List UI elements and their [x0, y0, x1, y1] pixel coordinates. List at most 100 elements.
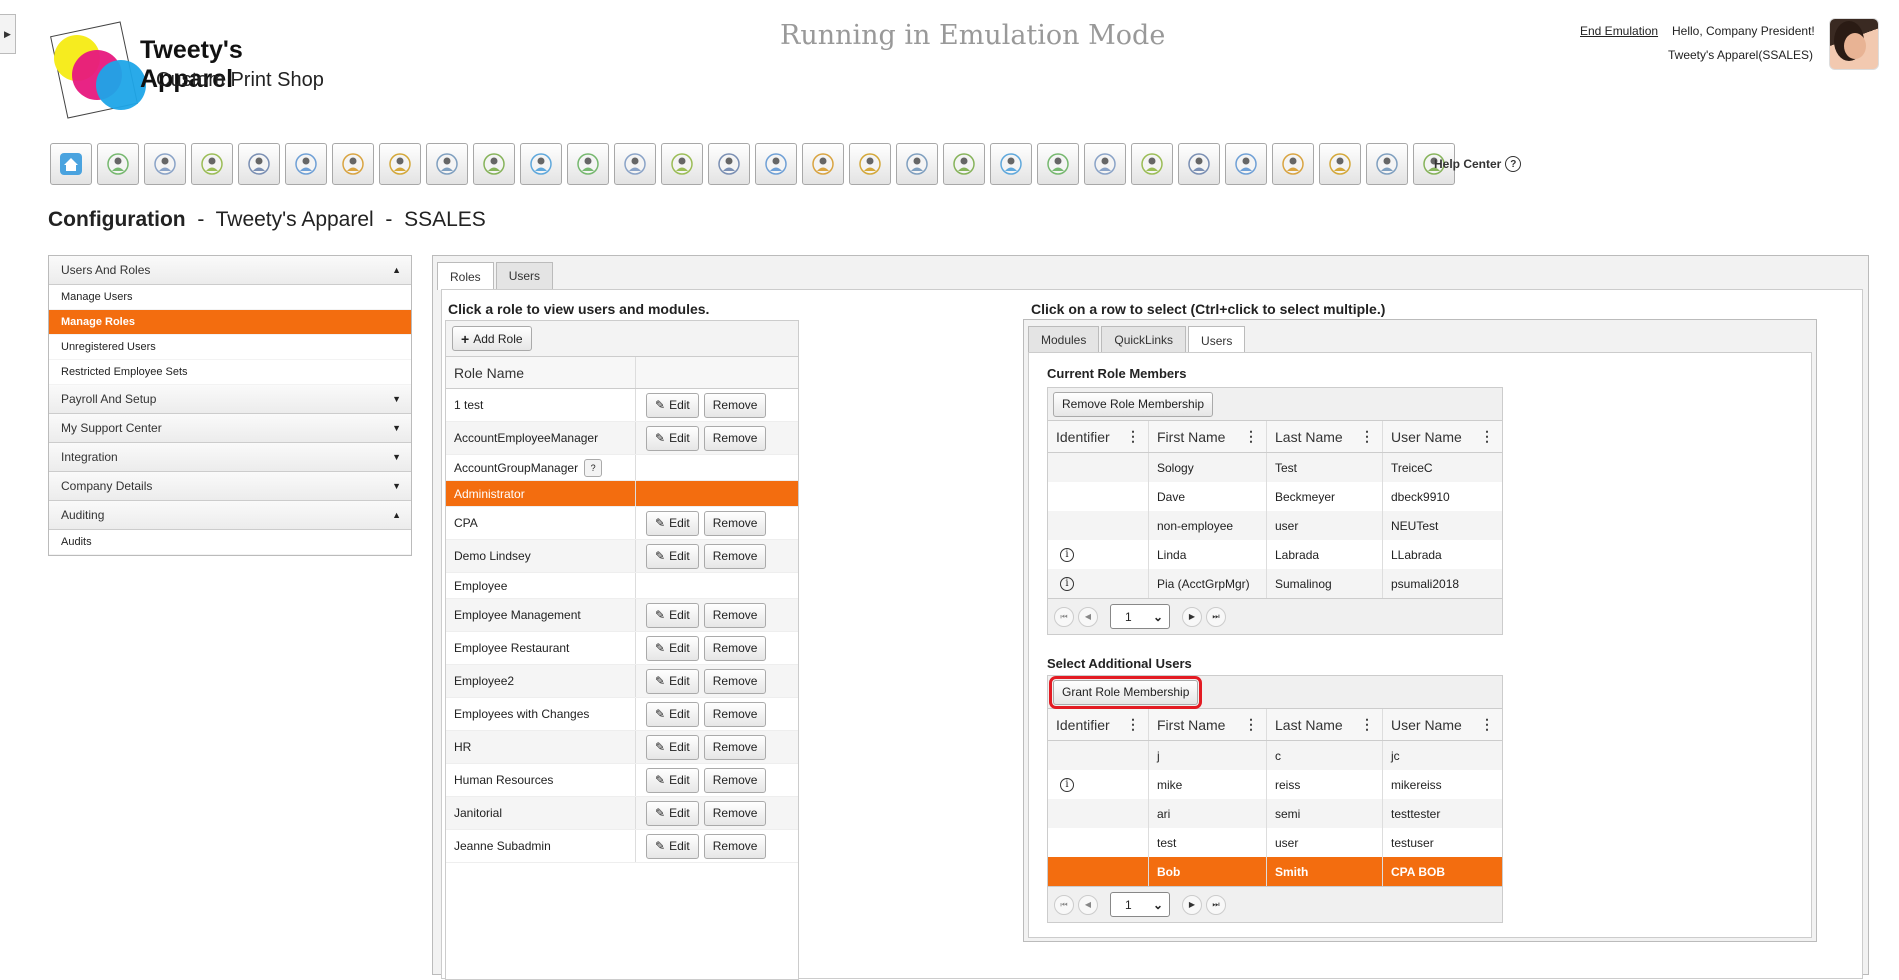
prev-page-icon[interactable]: ◀ — [1078, 894, 1098, 915]
table-row[interactable]: i Linda Labrada LLabrada — [1048, 540, 1502, 569]
remove-role-button[interactable]: Remove — [703, 701, 767, 727]
remove-role-button[interactable]: Remove — [703, 635, 767, 661]
table-row[interactable]: Employees with Changes ✎ Edit Remove — [446, 698, 798, 731]
remove-role-button[interactable]: Remove — [703, 734, 767, 760]
first-page-icon[interactable]: ⏮ — [1054, 894, 1074, 915]
column-menu-icon[interactable]: ⋮ — [1360, 716, 1374, 733]
edit-role-button[interactable]: ✎ Edit — [646, 543, 699, 569]
edit-role-button[interactable]: ✎ Edit — [646, 800, 699, 826]
add-role-button[interactable]: + Add Role — [452, 326, 532, 351]
toolbar-button-19[interactable] — [896, 143, 938, 185]
nav-section-my-support-center[interactable]: My Support Center ▼ — [49, 414, 411, 443]
edit-role-button[interactable]: ✎ Edit — [646, 668, 699, 694]
help-button[interactable]: ? — [584, 458, 603, 477]
first-page-icon[interactable]: ⏮ — [1054, 606, 1074, 627]
remove-role-button[interactable]: Remove — [703, 833, 767, 859]
table-row[interactable]: Administrator — [446, 481, 798, 507]
remove-role-button[interactable]: Remove — [703, 800, 767, 826]
toolbar-button-25[interactable] — [1178, 143, 1220, 185]
table-row[interactable]: Demo Lindsey ✎ Edit Remove — [446, 540, 798, 573]
table-row[interactable]: Employee — [446, 573, 798, 599]
remove-role-button[interactable]: Remove — [703, 602, 767, 628]
edit-role-button[interactable]: ✎ Edit — [646, 602, 699, 628]
end-emulation-link[interactable]: End Emulation — [1580, 24, 1658, 38]
remove-role-button[interactable]: Remove — [703, 425, 767, 451]
toolbar-button-4[interactable] — [191, 143, 233, 185]
tab-users[interactable]: Users — [495, 262, 554, 289]
avatar[interactable] — [1829, 18, 1879, 70]
column-menu-icon[interactable]: ⋮ — [1480, 428, 1494, 445]
toolbar-button-12[interactable] — [567, 143, 609, 185]
page-select[interactable]: 1 ⌄ — [1110, 604, 1170, 629]
column-menu-icon[interactable]: ⋮ — [1480, 716, 1494, 733]
column-menu-icon[interactable]: ⋮ — [1126, 428, 1140, 445]
toolbar-button-23[interactable] — [1084, 143, 1126, 185]
sidebar-item-manage-roles[interactable]: Manage Roles — [49, 310, 411, 335]
toolbar-button-1[interactable] — [50, 143, 92, 185]
table-row[interactable]: Bob Smith CPA BOB — [1048, 857, 1502, 886]
help-center-link[interactable]: Help Center ? — [1434, 156, 1522, 172]
sidebar-item-unregistered-users[interactable]: Unregistered Users — [49, 335, 411, 360]
toolbar-button-6[interactable] — [285, 143, 327, 185]
table-row[interactable]: HR ✎ Edit Remove — [446, 731, 798, 764]
prev-page-icon[interactable]: ◀ — [1078, 606, 1098, 627]
column-menu-icon[interactable]: ⋮ — [1244, 716, 1258, 733]
column-header-first-name[interactable]: First Name ⋮ — [1149, 709, 1267, 740]
column-menu-icon[interactable]: ⋮ — [1360, 428, 1374, 445]
column-header-user-name[interactable]: User Name ⋮ — [1383, 709, 1502, 740]
column-header-user-name[interactable]: User Name ⋮ — [1383, 421, 1502, 452]
column-menu-icon[interactable]: ⋮ — [1244, 428, 1258, 445]
remove-role-button[interactable]: Remove — [703, 510, 767, 536]
page-select[interactable]: 1 ⌄ — [1110, 892, 1170, 917]
next-page-icon[interactable]: ▶ — [1182, 894, 1202, 915]
info-icon[interactable]: i — [1060, 576, 1074, 591]
tab-modules[interactable]: Modules — [1028, 326, 1100, 353]
remove-role-button[interactable]: Remove — [703, 543, 767, 569]
toolbar-button-22[interactable] — [1037, 143, 1079, 185]
table-row[interactable]: Janitorial ✎ Edit Remove — [446, 797, 798, 830]
toolbar-button-24[interactable] — [1131, 143, 1173, 185]
info-icon[interactable]: i — [1060, 777, 1074, 792]
toolbar-button-10[interactable] — [473, 143, 515, 185]
table-row[interactable]: Human Resources ✎ Edit Remove — [446, 764, 798, 797]
toolbar-button-8[interactable] — [379, 143, 421, 185]
toolbar-button-5[interactable] — [238, 143, 280, 185]
remove-role-membership-button[interactable]: Remove Role Membership — [1053, 391, 1214, 417]
column-header-last-name[interactable]: Last Name ⋮ — [1267, 709, 1383, 740]
tab-users-detail[interactable]: Users — [1188, 326, 1246, 354]
toolbar-button-3[interactable] — [144, 143, 186, 185]
last-page-icon[interactable]: ⏭ — [1206, 894, 1226, 915]
column-header-first-name[interactable]: First Name ⋮ — [1149, 421, 1267, 452]
toolbar-button-13[interactable] — [614, 143, 656, 185]
table-row[interactable]: j c jc — [1048, 741, 1502, 770]
table-row[interactable]: AccountEmployeeManager ✎ Edit Remove — [446, 422, 798, 455]
remove-role-button[interactable]: Remove — [703, 392, 767, 418]
toolbar-button-9[interactable] — [426, 143, 468, 185]
toolbar-button-26[interactable] — [1225, 143, 1267, 185]
toolbar-button-15[interactable] — [708, 143, 750, 185]
table-row[interactable]: Employee2 ✎ Edit Remove — [446, 665, 798, 698]
table-row[interactable]: i Pia (AcctGrpMgr) Sumalinog psumali2018 — [1048, 569, 1502, 598]
toolbar-button-29[interactable] — [1366, 143, 1408, 185]
toolbar-button-7[interactable] — [332, 143, 374, 185]
table-row[interactable]: AccountGroupManager? — [446, 455, 798, 481]
column-header-identifier[interactable]: Identifier ⋮ — [1048, 421, 1149, 452]
edit-role-button[interactable]: ✎ Edit — [646, 734, 699, 760]
nav-section-auditing[interactable]: Auditing ▲ — [49, 501, 411, 530]
table-row[interactable]: Jeanne Subadmin ✎ Edit Remove — [446, 830, 798, 863]
nav-section-users-and-roles[interactable]: Users And Roles ▲ — [49, 256, 411, 285]
nav-section-company-details[interactable]: Company Details ▼ — [49, 472, 411, 501]
sidebar-item-restricted-employee-sets[interactable]: Restricted Employee Sets — [49, 360, 411, 385]
nav-section-integration[interactable]: Integration ▼ — [49, 443, 411, 472]
role-name-column-header[interactable]: Role Name — [446, 357, 636, 388]
last-page-icon[interactable]: ⏭ — [1206, 606, 1226, 627]
tab-quicklinks[interactable]: QuickLinks — [1101, 326, 1187, 353]
sidebar-item-manage-users[interactable]: Manage Users — [49, 285, 411, 310]
edit-role-button[interactable]: ✎ Edit — [646, 833, 699, 859]
table-row[interactable]: Dave Beckmeyer dbeck9910 — [1048, 482, 1502, 511]
table-row[interactable]: test user testuser — [1048, 828, 1502, 857]
toolbar-button-20[interactable] — [943, 143, 985, 185]
edit-role-button[interactable]: ✎ Edit — [646, 701, 699, 727]
column-header-last-name[interactable]: Last Name ⋮ — [1267, 421, 1383, 452]
toolbar-button-16[interactable] — [755, 143, 797, 185]
